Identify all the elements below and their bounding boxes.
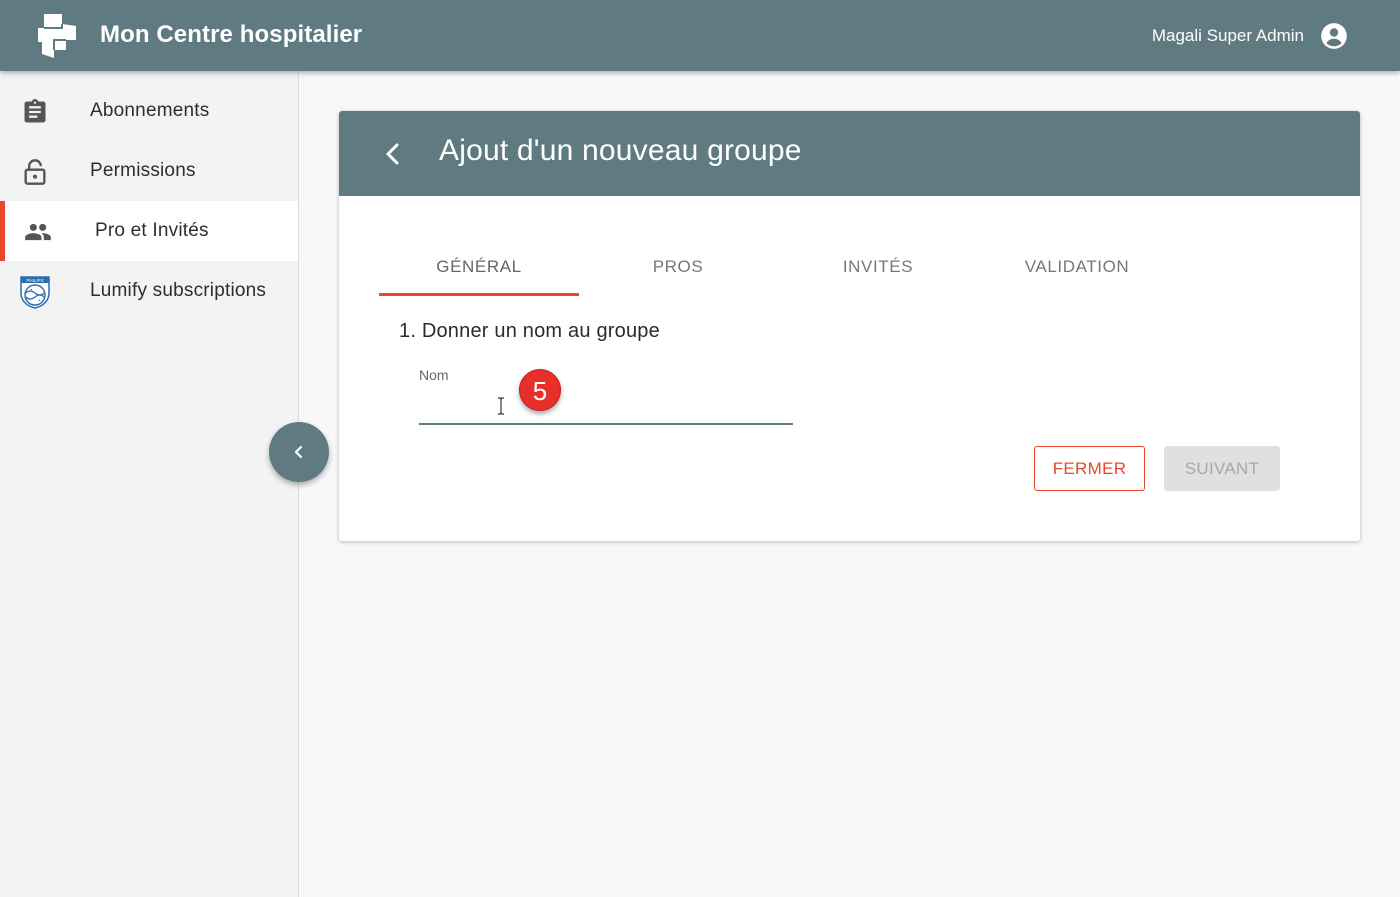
app-title: Mon Centre hospitalier [100, 21, 363, 48]
tab-validation[interactable]: VALIDATION [977, 248, 1177, 296]
step-label: 1. Donner un nom au groupe [399, 320, 660, 342]
sidebar-item-label: Abonnements [90, 100, 210, 121]
sidebar-item-abonnements[interactable]: Abonnements [0, 81, 298, 141]
user-name[interactable]: Magali Super Admin [1152, 26, 1304, 46]
sidebar-item-permissions[interactable]: Permissions [0, 141, 298, 201]
sidebar-item-lumify-subscriptions[interactable]: PHILIPS Lumify subscriptions [0, 261, 298, 321]
collapse-sidebar-button[interactable] [269, 422, 329, 482]
account-circle-icon[interactable] [1320, 22, 1348, 50]
people-icon [25, 223, 51, 241]
sidebar-item-pro-et-invites[interactable]: Pro et Invités [0, 201, 298, 261]
new-group-card: Ajout d'un nouveau groupe GÉNÉRAL PROS I… [339, 111, 1360, 541]
step-number-badge: 5 [519, 369, 561, 411]
lock-icon [24, 159, 46, 185]
philips-shield-icon: PHILIPS [20, 276, 50, 309]
tab-pros[interactable]: PROS [578, 248, 778, 296]
sidebar-item-label: Lumify subscriptions [90, 280, 267, 301]
name-field-label: Nom [419, 367, 449, 383]
active-tab-indicator [379, 293, 579, 296]
sidebar-item-label: Pro et Invités [95, 220, 209, 241]
hospital-logo-icon [38, 14, 76, 58]
page-title: Ajout d'un nouveau groupe [439, 134, 802, 167]
tab-invites[interactable]: INVITÉS [778, 248, 978, 296]
text-cursor-icon [498, 397, 504, 415]
sidebar: Abonnements Permissions Pro et Invités P… [0, 71, 299, 897]
group-name-input[interactable] [419, 389, 793, 425]
sidebar-item-label: Permissions [90, 160, 196, 181]
back-arrow-icon[interactable] [379, 138, 407, 170]
tab-general[interactable]: GÉNÉRAL [379, 248, 579, 296]
clipboard-icon [24, 99, 46, 123]
top-app-bar: Mon Centre hospitalier Magali Super Admi… [0, 0, 1400, 71]
svg-text:PHILIPS: PHILIPS [26, 278, 43, 283]
chevron-left-icon [294, 445, 303, 459]
card-header: Ajout d'un nouveau groupe [339, 111, 1360, 196]
close-button[interactable]: FERMER [1034, 446, 1145, 491]
next-button[interactable]: SUIVANT [1164, 446, 1280, 491]
